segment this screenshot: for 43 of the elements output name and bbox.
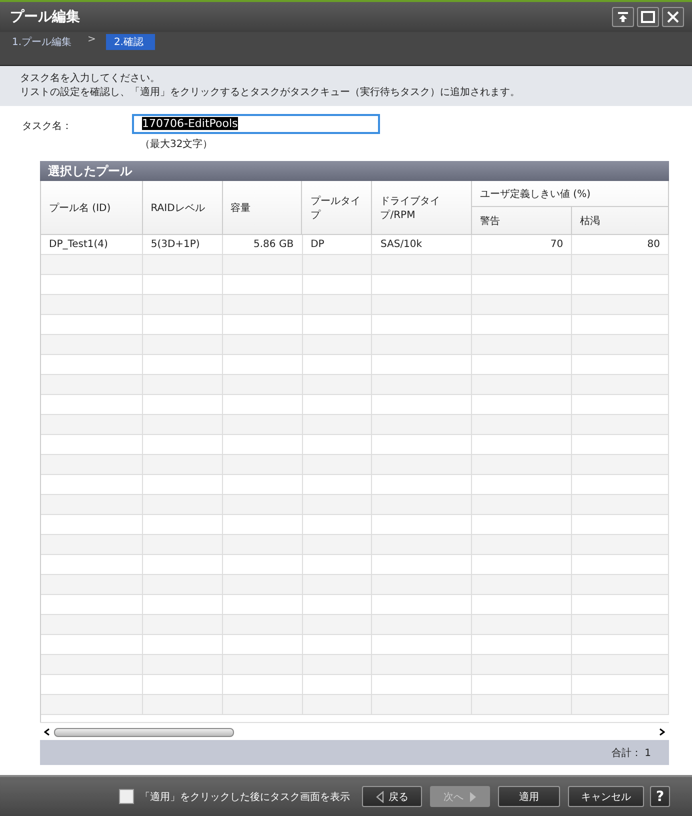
length-hint: （最大32文字）	[139, 138, 214, 151]
column-header[interactable]: プールタイプ	[302, 181, 372, 234]
table-cell: 5(3D+1P)	[142, 235, 223, 254]
task-name-field[interactable]: 170706-EditPools	[132, 114, 380, 134]
column-header[interactable]: プール名 (ID)	[41, 181, 143, 234]
table-cell: DP	[302, 235, 372, 254]
close-button[interactable]	[662, 7, 684, 27]
footer-button[interactable]: 適用	[498, 786, 560, 807]
panel-title: 選択したプール	[40, 161, 669, 181]
table-cell: DP_Test1(4)	[41, 235, 143, 254]
wizard-step: 1.プール編集	[10, 34, 78, 50]
table-cell: 70	[472, 235, 572, 254]
task-name-label: タスク名：	[22, 120, 73, 134]
column-header[interactable]: ドライブタイプ/RPM	[372, 181, 472, 234]
maximize-icon	[641, 11, 655, 23]
close-icon	[667, 11, 679, 23]
checkbox-label: 「適用」をクリックした後にタスク画面を表示	[140, 790, 350, 804]
table-cell: 5.86 GB	[222, 235, 303, 254]
scrollbar-thumb[interactable]	[54, 728, 234, 736]
instruction-text: タスク名を入力してください。	[20, 72, 161, 86]
column-header[interactable]: 枯渇	[572, 207, 669, 234]
scroll-right-icon[interactable]	[659, 728, 665, 736]
table-cell: SAS/10k	[372, 235, 472, 254]
triangle-right-icon	[468, 790, 476, 802]
table-cell: 80	[572, 235, 669, 254]
footer-button[interactable]: キャンセル	[568, 786, 644, 807]
pin-icon	[617, 11, 629, 23]
instruction-text: リストの設定を確認し、「適用」をクリックするとタスクがタスクキュー（実行待ちタスク）に追加されます。	[20, 86, 521, 100]
footer-button[interactable]: 戻る	[362, 786, 422, 807]
breadcrumb-separator: >	[88, 34, 96, 45]
help-button[interactable]: ?	[650, 786, 670, 807]
triangle-left-icon	[376, 790, 384, 802]
window-title: プール編集	[10, 8, 80, 26]
pin-button[interactable]	[612, 7, 634, 27]
wizard-step: 2.確認	[106, 34, 156, 50]
column-header[interactable]: RAIDレベル	[142, 181, 223, 234]
column-group-header: ユーザ定義しきい値 (%)	[472, 181, 669, 207]
column-header[interactable]: 警告	[472, 207, 572, 234]
total-count: 合計： 1	[611, 746, 651, 760]
maximize-button[interactable]	[637, 7, 659, 27]
scroll-left-icon[interactable]	[44, 728, 50, 736]
column-header[interactable]: 容量	[222, 181, 302, 234]
checkbox[interactable]	[119, 789, 134, 804]
